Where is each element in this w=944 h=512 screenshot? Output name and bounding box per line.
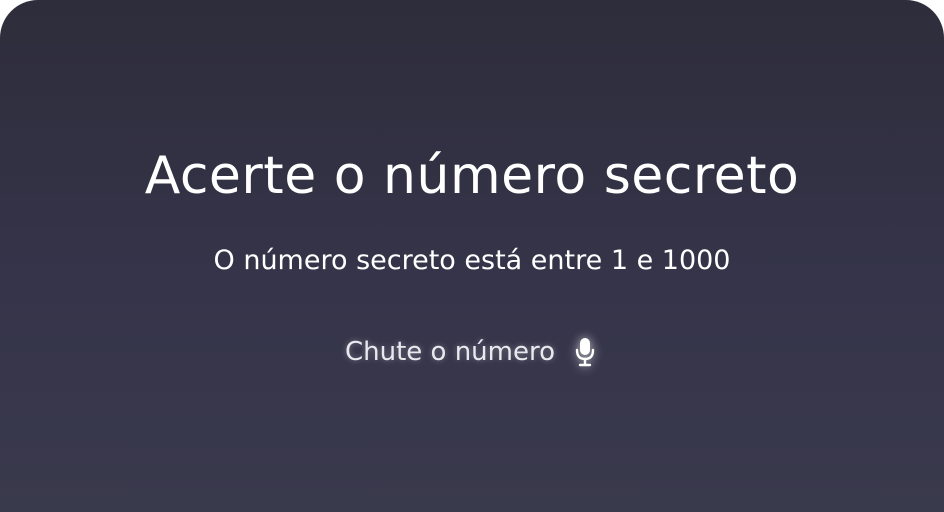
voice-input-row: Chute o número [0,332,944,372]
page-title: Acerte o número secreto [144,146,800,206]
voice-prompt-label: Chute o número [344,337,556,367]
range-hint: O número secreto está entre 1 e 1000 [213,245,731,276]
microphone-icon[interactable] [571,334,599,370]
game-screen: Acerte o número secreto O número secreto… [0,0,944,512]
